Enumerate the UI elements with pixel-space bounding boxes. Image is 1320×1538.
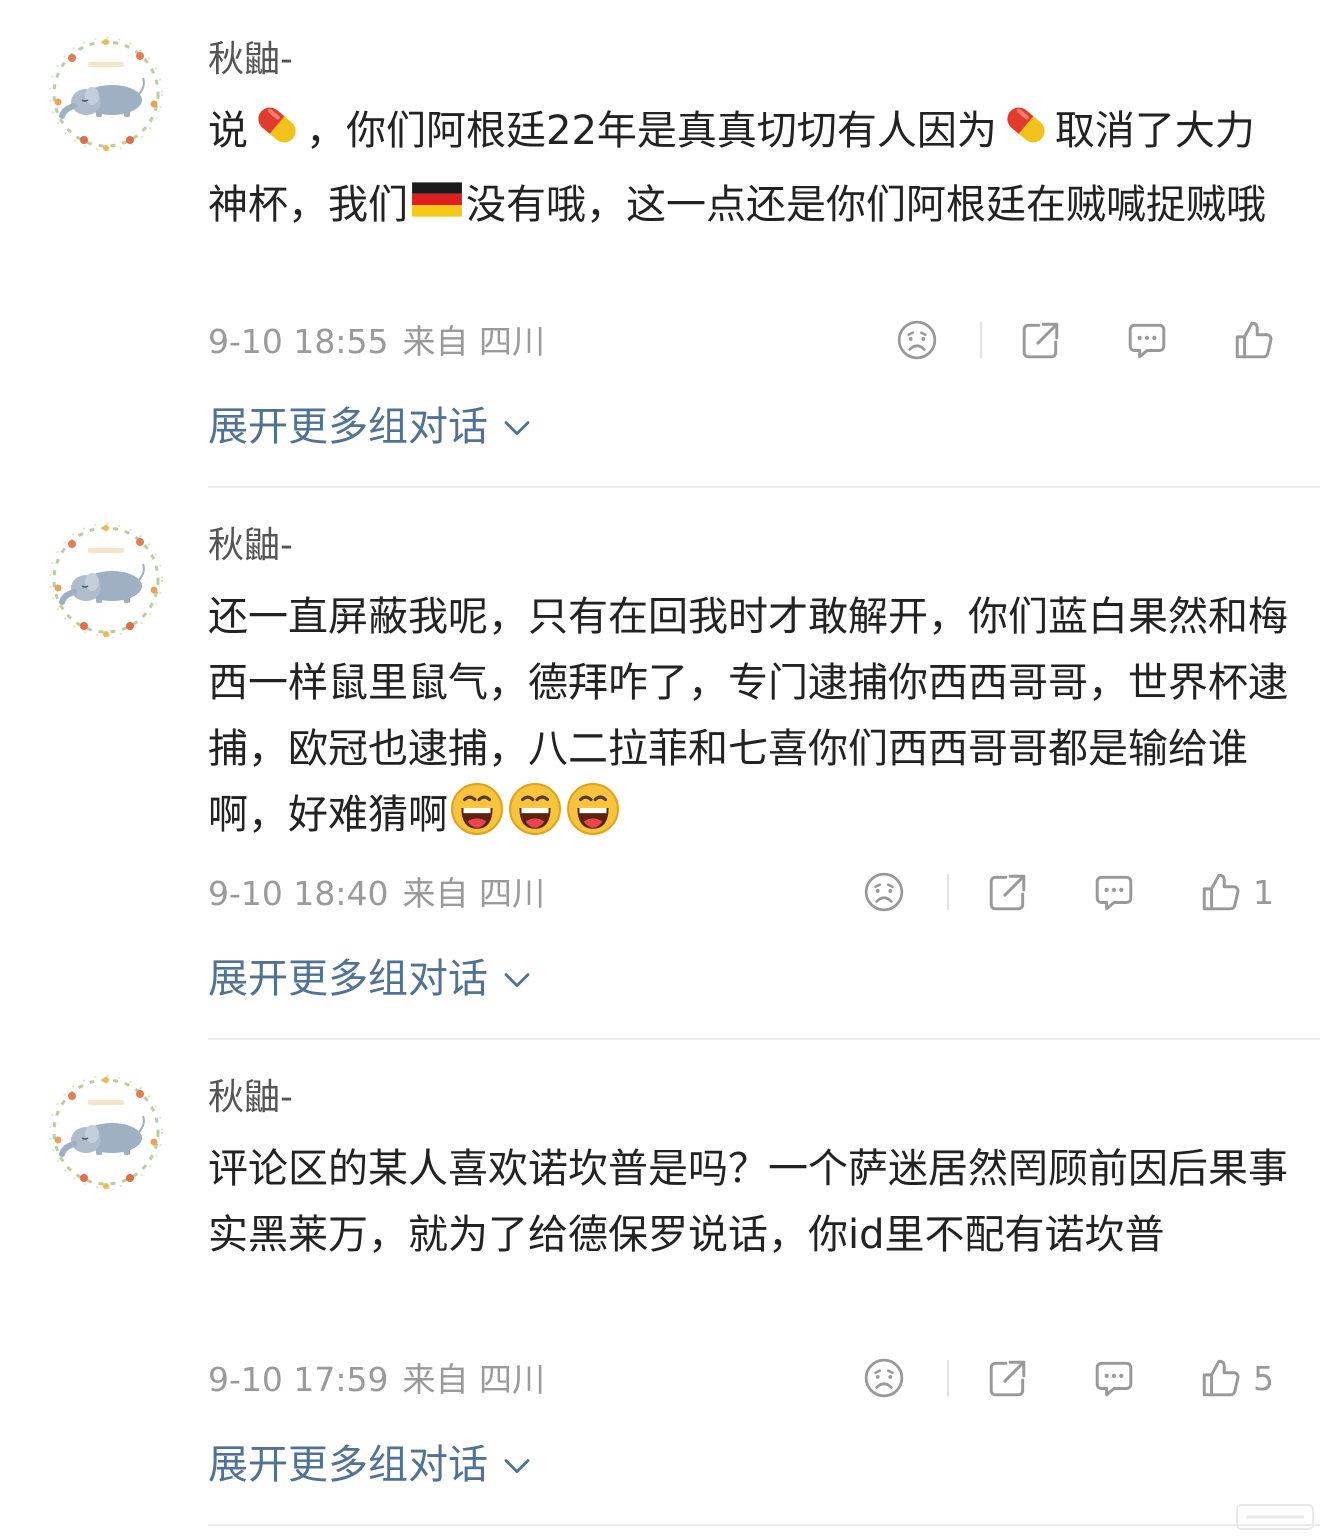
comment-meta: 9-10 18:40 来自 四川 (208, 874, 559, 914)
share-icon (987, 871, 1029, 913)
expand-label: 展开更多组对话 (208, 1442, 488, 1488)
location: 来自 四川 (402, 322, 546, 361)
comment-text: 评论区的某人喜欢诺坎普是吗？一个萨迷居然罔顾前因后果事实黑莱万，就为了给德保罗说… (208, 1136, 1288, 1268)
username[interactable]: 秋鼬- (208, 524, 293, 568)
action-bar: 5 (863, 1356, 1274, 1400)
comment-icon (1126, 319, 1168, 361)
comment-text-segment: 评论区的某人喜欢诺坎普是吗？一个萨迷居然罔顾前因后果事实黑莱万，就为了给德保罗说… (208, 1146, 1288, 1258)
laughing-icon (508, 782, 562, 856)
chevron-down-icon (488, 416, 532, 438)
share-icon (987, 1357, 1029, 1399)
pill-icon (250, 98, 304, 172)
thumbs-up-icon (1232, 319, 1274, 361)
expand-conversation-link[interactable]: 展开更多组对话 (208, 1440, 532, 1490)
sad-face-icon (896, 319, 938, 361)
pill-icon (999, 98, 1053, 172)
sad-face-button[interactable] (863, 1357, 905, 1399)
timestamp: 9-10 18:55 (208, 322, 389, 361)
germany-flag-icon (410, 172, 464, 246)
chevron-down-icon (488, 1454, 532, 1476)
thumbs-up-button[interactable]: 1 (1199, 871, 1274, 913)
action-bar (896, 318, 1274, 362)
sad-face-button[interactable] (863, 871, 905, 913)
sad-face-icon (863, 871, 905, 913)
comment-meta: 9-10 17:59 来自 四川 (208, 1360, 559, 1400)
sad-face-icon (863, 1357, 905, 1399)
comment-text-segment: 说 (208, 108, 248, 154)
timestamp: 9-10 18:40 (208, 874, 389, 913)
comment-text: 还一直屏蔽我呢，只有在回我时才敢解开，你们蓝白果然和梅西一样鼠里鼠气，德拜咋了，… (208, 584, 1288, 856)
avatar[interactable] (44, 518, 168, 642)
thumbs-up-button[interactable]: 5 (1199, 1357, 1274, 1399)
username[interactable]: 秋鼬- (208, 38, 293, 82)
comment-text-segment: 没有哦，这一点还是你们阿根廷在贼喊捉贼哦 (466, 182, 1266, 228)
divider (208, 1038, 1320, 1040)
sad-face-button[interactable] (896, 319, 938, 361)
divider (208, 486, 1320, 488)
comment-text-segment: 还一直屏蔽我呢，只有在回我时才敢解开，你们蓝白果然和梅西一样鼠里鼠气，德拜咋了，… (208, 594, 1288, 838)
chevron-down-icon (488, 968, 532, 990)
comment-text: 说，你们阿根廷22年是真真切切有人因为 取消了大力神杯，我们 没有哦，这一点还是你们… (208, 98, 1288, 246)
laughing-icon (450, 782, 504, 856)
action-separator (947, 874, 949, 910)
laughing-icon (566, 782, 620, 856)
comment-button[interactable] (1093, 1357, 1135, 1399)
action-separator (947, 1360, 949, 1396)
comment-button[interactable] (1093, 871, 1135, 913)
expand-label: 展开更多组对话 (208, 956, 488, 1002)
thumbs-up-icon (1199, 1357, 1241, 1399)
timestamp: 9-10 17:59 (208, 1360, 389, 1399)
comment-icon (1093, 871, 1135, 913)
expand-label: 展开更多组对话 (208, 404, 488, 450)
comment-meta: 9-10 18:55 来自 四川 (208, 322, 559, 362)
share-button[interactable] (987, 871, 1029, 913)
watermark-logo (1236, 1504, 1314, 1530)
expand-conversation-link[interactable]: 展开更多组对话 (208, 402, 532, 452)
action-separator (980, 322, 982, 358)
like-count: 5 (1253, 1358, 1274, 1398)
comment-icon (1093, 1357, 1135, 1399)
share-button[interactable] (1020, 319, 1062, 361)
like-count: 1 (1253, 872, 1274, 912)
divider (208, 1524, 1320, 1526)
share-button[interactable] (987, 1357, 1029, 1399)
action-bar: 1 (863, 870, 1274, 914)
username[interactable]: 秋鼬- (208, 1076, 293, 1120)
expand-conversation-link[interactable]: 展开更多组对话 (208, 954, 532, 1004)
share-icon (1020, 319, 1062, 361)
comment-text-segment: ，你们阿根廷22年是真真切切有人因为 (306, 108, 997, 154)
avatar[interactable] (44, 1070, 168, 1194)
thumbs-up-button[interactable] (1232, 319, 1274, 361)
avatar[interactable] (44, 32, 168, 156)
location: 来自 四川 (402, 1360, 546, 1399)
thumbs-up-icon (1199, 871, 1241, 913)
comment-button[interactable] (1126, 319, 1168, 361)
location: 来自 四川 (402, 874, 546, 913)
